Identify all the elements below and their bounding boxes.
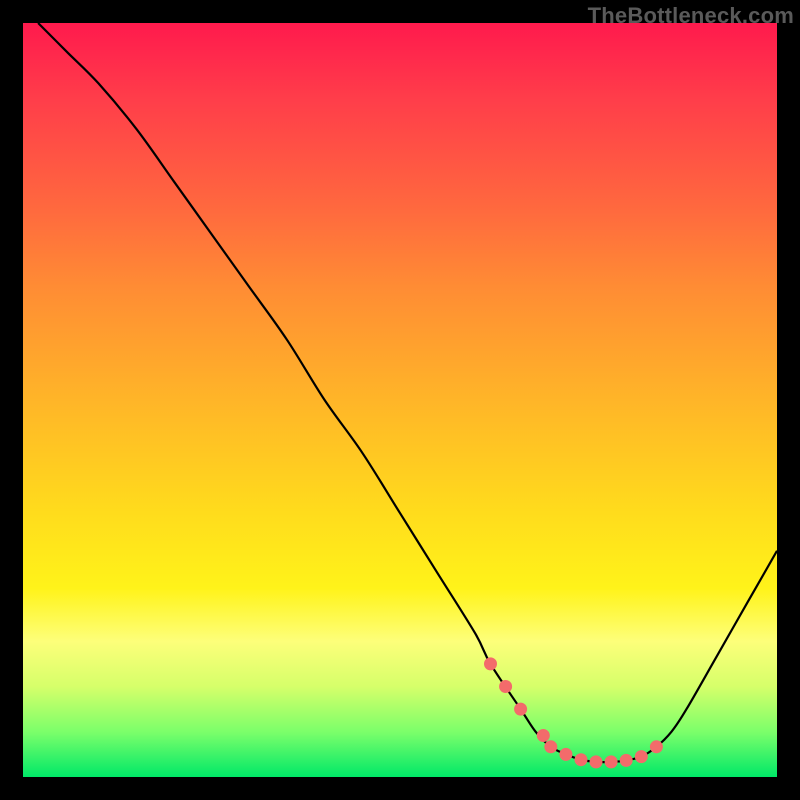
valley-dot <box>650 741 662 753</box>
valley-dot <box>560 748 572 760</box>
valley-dot <box>605 756 617 768</box>
valley-dot <box>620 754 632 766</box>
valley-dot <box>515 703 527 715</box>
chart-frame: TheBottleneck.com <box>0 0 800 800</box>
valley-dot <box>590 756 602 768</box>
valley-dots-group <box>485 658 663 768</box>
plot-area <box>23 23 777 777</box>
valley-dot <box>545 741 557 753</box>
valley-dot <box>485 658 497 670</box>
valley-dot <box>635 751 647 763</box>
bottleneck-curve-path <box>38 23 777 762</box>
valley-dot <box>575 754 587 766</box>
valley-dot <box>537 730 549 742</box>
chart-svg <box>23 23 777 777</box>
valley-dot <box>500 681 512 693</box>
